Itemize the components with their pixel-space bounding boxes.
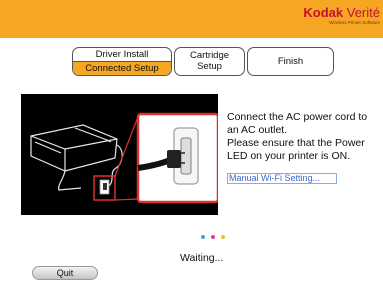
step-driver-connected: Driver Install Connected Setup: [72, 47, 172, 76]
quit-button[interactable]: Quit: [32, 266, 98, 280]
brand-name: Kodak Verité: [303, 5, 380, 20]
step-connected-setup: Connected Setup: [73, 61, 171, 75]
instruction-line-1: Connect the AC power cord to: [227, 111, 368, 123]
instruction-text: Connect the AC power cord to an AC outle…: [227, 111, 383, 163]
instruction-line-2: an AC outlet.: [227, 124, 288, 136]
brand-logo: Kodak Verité Wireless Printer Software: [303, 5, 380, 25]
brand-tagline: Wireless Printer Software: [329, 20, 380, 25]
step-cartridge-line1: Cartridge: [189, 50, 230, 61]
setup-steps: Driver Install Connected Setup Cartridge…: [72, 47, 334, 76]
brand-product: Verité: [346, 5, 380, 20]
waiting-status: Waiting...: [180, 252, 224, 264]
loading-dots-icon: [201, 235, 241, 241]
manual-wifi-setting-link[interactable]: Manual Wi-Fi Setting...: [227, 173, 337, 184]
header-bar: Kodak Verité Wireless Printer Software: [0, 0, 383, 38]
step-cartridge-line2: Setup: [197, 61, 222, 72]
instruction-line-3: Please ensure that the Power: [227, 137, 365, 149]
loading-dot-yellow: [221, 235, 225, 239]
step-cartridge-setup: Cartridge Setup: [174, 47, 245, 76]
loading-dot-pink: [211, 235, 215, 239]
printer-outlet-image: [21, 94, 218, 215]
step-driver-install: Driver Install: [95, 49, 149, 60]
step-finish: Finish: [247, 47, 334, 76]
instruction-line-4: LED on your printer is ON.: [227, 150, 351, 162]
brand-kodak: Kodak: [303, 5, 344, 20]
power-cord-illustration: [21, 94, 218, 215]
loading-dot-blue: [201, 235, 205, 239]
